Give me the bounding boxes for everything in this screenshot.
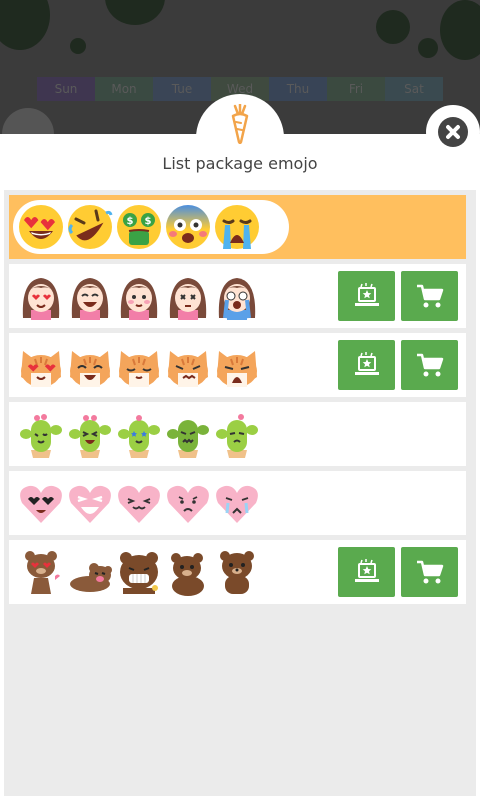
cart-icon (416, 284, 443, 308)
decoration-blob (440, 0, 480, 60)
decoration-blob (105, 0, 165, 25)
cactus-grin-icon (69, 415, 111, 458)
laptop-star-icon (354, 352, 379, 375)
package-row-bear[interactable] (9, 540, 466, 604)
package-row-heart[interactable] (9, 471, 466, 535)
weekday-tue: Tue (153, 77, 211, 101)
decoration-blob (376, 10, 410, 44)
crying-face-icon (215, 205, 259, 249)
cat-angry-icon (168, 351, 208, 387)
girl-heart-eyes-icon (22, 278, 60, 320)
emoji-strip (17, 410, 262, 458)
decoration-blob (70, 38, 86, 54)
package-actions (338, 547, 458, 597)
package-row-girl[interactable] (9, 264, 466, 328)
package-list: $ $ (4, 190, 476, 796)
preview-button[interactable] (338, 340, 395, 390)
weekday-sat: Sat (385, 77, 443, 101)
heart-crying-icon (216, 485, 258, 523)
weekday-fri: Fri (327, 77, 385, 101)
weekday-sun: Sun (37, 77, 95, 101)
girl-crying-icon (218, 278, 256, 320)
svg-text:$: $ (145, 216, 152, 227)
cat-laughing-icon (70, 351, 110, 387)
preview-button[interactable] (338, 271, 395, 321)
modal-title: List package emojo (162, 154, 318, 173)
heart-eyes-face-icon (19, 205, 63, 249)
buy-button[interactable] (401, 547, 458, 597)
weekday-mon: Mon (95, 77, 153, 101)
fearful-face-icon (166, 205, 210, 249)
svg-text:$: $ (127, 216, 134, 227)
buy-button[interactable] (401, 271, 458, 321)
cart-icon (416, 353, 443, 377)
cat-crying-icon (217, 351, 257, 387)
bear-grin-icon (120, 552, 158, 594)
emoji-strip (17, 341, 262, 389)
package-actions (338, 271, 458, 321)
emoji-strip (17, 548, 262, 596)
heart-cat-face-icon (118, 485, 160, 523)
bear-standing-icon (220, 551, 254, 594)
cat-smiling-icon (119, 351, 159, 387)
close-button[interactable] (426, 105, 480, 159)
cactus-star-eyes-icon (118, 415, 160, 458)
package-row-cat[interactable] (9, 333, 466, 397)
girl-dizzy-icon (169, 278, 207, 320)
bear-sitting-icon (171, 553, 204, 596)
laptop-star-icon (354, 283, 379, 306)
package-row-cactus[interactable] (9, 402, 466, 466)
girl-laughing-icon (71, 278, 109, 320)
carrot-icon (231, 104, 249, 144)
bear-lying-icon (70, 563, 112, 592)
buy-button[interactable] (401, 340, 458, 390)
laptop-star-icon (354, 559, 379, 582)
cactus-wink-icon (20, 414, 62, 458)
emoji-strip (17, 479, 262, 527)
heart-cool-icon (20, 485, 62, 523)
package-row-classic[interactable]: $ $ (9, 195, 466, 259)
emoji-strip (17, 272, 262, 320)
heart-sad-icon (167, 485, 209, 523)
package-actions (338, 340, 458, 390)
money-mouth-face-icon: $ $ (117, 205, 161, 249)
cat-heart-eyes-icon (21, 351, 61, 387)
weekday-thu: Thu (269, 77, 327, 101)
preview-button[interactable] (338, 547, 395, 597)
bear-love-icon (25, 551, 60, 594)
cart-icon (416, 560, 443, 584)
close-icon (438, 117, 468, 147)
cactus-tired-icon (216, 414, 258, 458)
decoration-blob (0, 0, 50, 50)
decoration-blob (418, 38, 438, 58)
heart-laughing-icon (69, 485, 111, 523)
girl-blushing-icon (120, 278, 158, 320)
cactus-angry-icon (167, 420, 209, 458)
emoji-strip: $ $ (13, 200, 289, 254)
rolling-laughing-face-icon (68, 205, 113, 249)
